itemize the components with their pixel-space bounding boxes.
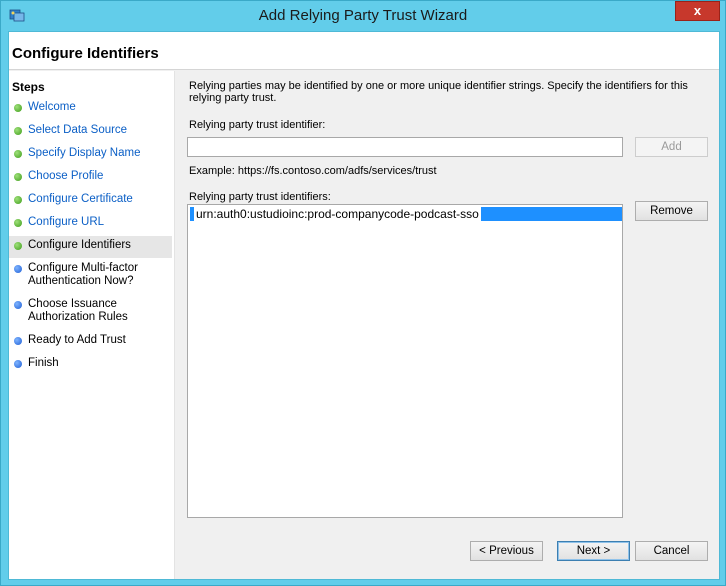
step-complete-icon xyxy=(14,104,22,112)
step-pending-icon xyxy=(14,360,22,368)
step-complete-icon xyxy=(14,173,22,181)
step-welcome[interactable]: Welcome xyxy=(9,98,172,120)
identifier-field-label: Relying party trust identifier: xyxy=(189,119,326,131)
step-label: Configure Identifiers xyxy=(28,239,131,251)
step-label: Specify Display Name xyxy=(28,147,141,159)
steps-heading: Steps xyxy=(12,80,45,94)
step-choose-issuance-rules: Choose Issuance Authorization Rules xyxy=(9,295,172,325)
step-configure-url[interactable]: Configure URL xyxy=(9,213,172,235)
step-label: Ready to Add Trust xyxy=(28,334,126,346)
step-finish: Finish xyxy=(9,354,172,376)
close-button[interactable]: x xyxy=(675,1,720,21)
step-label: Select Data Source xyxy=(28,124,128,136)
main-content: Relying parties may be identified by one… xyxy=(176,71,719,579)
page-title: Configure Identifiers xyxy=(12,45,159,62)
step-label: Configure Multi-factor Authentication No… xyxy=(28,262,138,287)
identifiers-listbox[interactable]: urn:auth0:ustudioinc:prod-companycode-po… xyxy=(187,204,623,518)
step-label: Configure URL xyxy=(28,216,105,228)
step-specify-display-name[interactable]: Specify Display Name xyxy=(9,144,172,166)
previous-button[interactable]: < Previous xyxy=(470,541,543,561)
step-complete-icon xyxy=(14,196,22,204)
page-description: Relying parties may be identified by one… xyxy=(189,80,688,104)
identifiers-list-label: Relying party trust identifiers: xyxy=(189,191,331,203)
step-complete-icon xyxy=(14,219,22,227)
step-complete-icon xyxy=(14,127,22,135)
step-current-icon xyxy=(14,242,22,250)
identifier-value: urn:auth0:ustudioinc:prod-companycode-po… xyxy=(194,207,481,221)
step-label: Choose Issuance Authorization Rules xyxy=(28,298,128,323)
steps-sidebar: Steps Welcome Select Data Source Specify… xyxy=(9,71,175,579)
page-header: Configure Identifiers xyxy=(9,32,719,70)
step-configure-certificate[interactable]: Configure Certificate xyxy=(9,190,172,212)
window-title: Add Relying Party Trust Wizard xyxy=(258,7,468,24)
step-configure-mfa: Configure Multi-factor Authentication No… xyxy=(9,259,172,289)
step-pending-icon xyxy=(14,337,22,345)
cancel-button[interactable]: Cancel xyxy=(635,541,708,561)
step-label: Choose Profile xyxy=(28,170,104,182)
step-label: Configure Certificate xyxy=(28,193,133,205)
wizard-window: Add Relying Party Trust Wizard x Configu… xyxy=(0,0,726,586)
next-button[interactable]: Next > xyxy=(557,541,630,561)
step-complete-icon xyxy=(14,150,22,158)
step-label: Finish xyxy=(28,357,59,369)
list-item[interactable]: urn:auth0:ustudioinc:prod-companycode-po… xyxy=(190,207,622,221)
step-pending-icon xyxy=(14,301,22,309)
add-button[interactable]: Add xyxy=(635,137,708,157)
title-bar[interactable]: Add Relying Party Trust Wizard x xyxy=(1,1,725,30)
step-label: Welcome xyxy=(28,101,76,113)
step-choose-profile[interactable]: Choose Profile xyxy=(9,167,172,189)
wizard-client-area: Configure Identifiers Steps Welcome Sele… xyxy=(8,31,720,580)
step-configure-identifiers[interactable]: Configure Identifiers xyxy=(9,236,172,258)
step-ready-to-add-trust: Ready to Add Trust xyxy=(9,331,172,353)
remove-button[interactable]: Remove xyxy=(635,201,708,221)
identifier-input[interactable] xyxy=(187,137,623,157)
example-text: Example: https://fs.contoso.com/adfs/ser… xyxy=(189,165,437,177)
step-pending-icon xyxy=(14,265,22,273)
step-select-data-source[interactable]: Select Data Source xyxy=(9,121,172,143)
